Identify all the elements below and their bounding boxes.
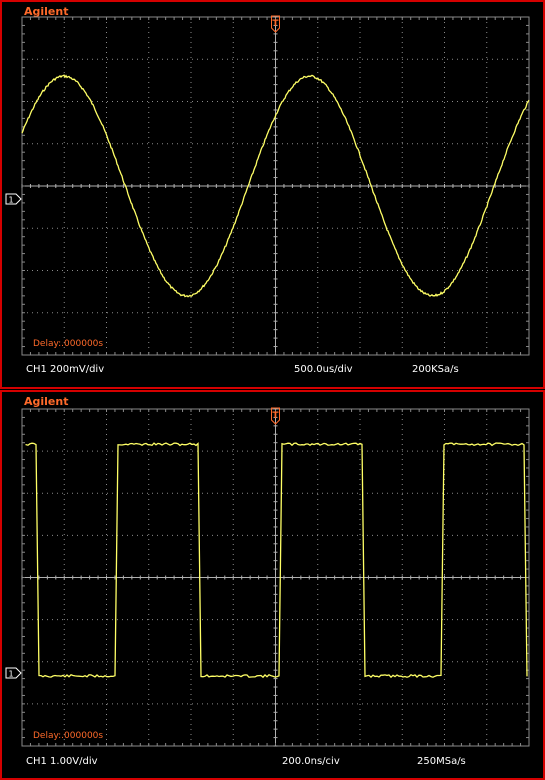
waveform-display-top: T1 xyxy=(5,15,530,356)
trigger-marker-label: T xyxy=(272,411,279,421)
graticule xyxy=(21,408,530,747)
sample-rate-readout: 250MSa/s xyxy=(417,756,466,767)
oscilloscope-screen-bottom: Agilent T1 Delay:.000000s CH1 1.00V/div … xyxy=(0,390,545,780)
channel-marker-label: 1 xyxy=(8,670,13,679)
channel-scale-readout: CH1 1.00V/div xyxy=(26,756,98,767)
channel1-ground-marker-icon: 1 xyxy=(5,667,22,679)
timebase-readout: 200.0ns/civ xyxy=(282,756,340,767)
trigger-marker-label: T xyxy=(272,19,279,29)
channel-scale-readout: CH1 200mV/div xyxy=(26,364,105,375)
timebase-readout: 500.0us/div xyxy=(294,364,353,375)
oscilloscope-screen-top: Agilent T1 Delay:.000000s CH1 200mV/div … xyxy=(0,0,545,389)
channel1-ground-marker-icon: 1 xyxy=(5,193,22,205)
delay-readout: Delay:.000000s xyxy=(33,731,104,741)
channel-marker-label: 1 xyxy=(8,196,13,205)
channel1-waveform-trace xyxy=(25,442,528,679)
sample-rate-readout: 200KSa/s xyxy=(412,364,459,375)
graticule xyxy=(21,16,530,356)
waveform-display-bottom: T1 xyxy=(5,407,530,747)
delay-readout: Delay:.000000s xyxy=(33,339,104,349)
